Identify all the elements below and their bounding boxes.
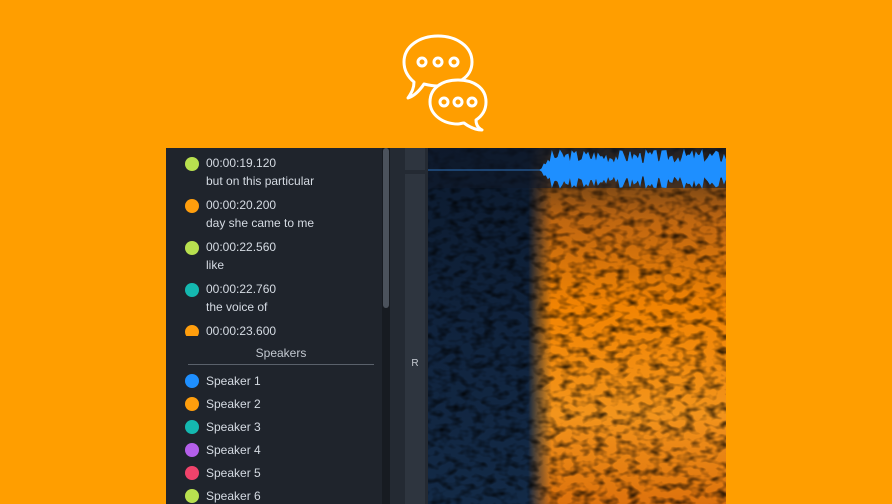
scrollbar-thumb[interactable]	[383, 148, 389, 308]
speaker-label: Speaker 6	[206, 489, 261, 503]
speaker-item[interactable]: Speaker 2	[184, 396, 374, 414]
speaker-label: Speaker 2	[206, 397, 261, 411]
speaker-label: Speaker 4	[206, 443, 261, 457]
speaker-item[interactable]: Speaker 6	[184, 488, 374, 504]
speaker-color-dot	[185, 157, 199, 171]
speaker-color-dot	[185, 241, 199, 255]
channel-label: R	[411, 358, 419, 369]
entry-timestamp: 00:00:20.200	[206, 198, 277, 212]
entry-text: like	[206, 258, 225, 272]
speaker-item[interactable]: Speaker 5	[184, 465, 374, 483]
speaker-color-dot[interactable]	[185, 466, 199, 480]
speaker-item[interactable]: Speaker 3	[184, 419, 374, 437]
speaker-color-dot[interactable]	[185, 443, 199, 457]
entry-timestamp: 00:00:19.120	[206, 156, 277, 170]
entry-text: the voice of	[206, 300, 268, 314]
speaker-color-dot	[185, 325, 199, 336]
speaker-label: Speaker 1	[206, 374, 261, 388]
speaker-color-dot[interactable]	[185, 489, 199, 503]
transcript-list[interactable]: 00:00:19.120 but on this particular 00:0…	[166, 148, 382, 336]
spectrogram-view[interactable]	[428, 148, 726, 504]
entry-timestamp: 00:00:23.600	[206, 324, 277, 336]
speaker-color-dot	[185, 283, 199, 297]
audio-editor-window: 00:00:19.120 but on this particular 00:0…	[166, 148, 726, 504]
transcript-panel: 00:00:19.120 but on this particular 00:0…	[166, 148, 390, 504]
channel-header[interactable]	[405, 148, 425, 170]
divider	[188, 364, 374, 365]
speaker-item[interactable]: Speaker 1	[184, 373, 374, 391]
entry-timestamp: 00:00:22.560	[206, 240, 277, 254]
speaker-color-dot[interactable]	[185, 374, 199, 388]
entry-timestamp: 00:00:22.760	[206, 282, 277, 296]
speaker-label: Speaker 5	[206, 466, 261, 480]
speaker-color-dot	[185, 199, 199, 213]
speaker-item[interactable]: Speaker 4	[184, 442, 374, 460]
speaker-label: Speaker 3	[206, 420, 261, 434]
right-channel-track[interactable]	[405, 174, 425, 504]
speaker-color-dot[interactable]	[185, 420, 199, 434]
entry-text: but on this particular	[206, 174, 315, 188]
speakers-heading: Speakers	[255, 346, 307, 360]
chat-bubbles-icon	[402, 34, 488, 132]
entry-text: day she came to me	[206, 216, 315, 230]
speaker-color-dot[interactable]	[185, 397, 199, 411]
